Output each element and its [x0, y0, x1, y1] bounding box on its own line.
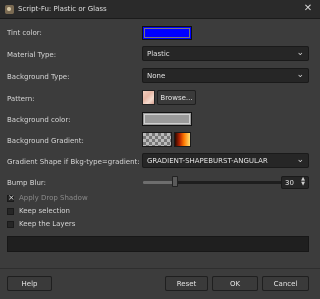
keep-layers-row[interactable]: Keep the Layers	[7, 220, 75, 228]
pattern-label: Pattern:	[7, 95, 35, 103]
title-bar[interactable]: Script-Fu: Plastic or Glass ✕	[0, 0, 320, 19]
apply-drop-shadow-checkbox[interactable]	[7, 193, 15, 202]
gradient-shape-dropdown[interactable]: GRADIENT-SHAPEBURST-ANGULAR ⌄	[142, 153, 309, 168]
spinner-arrows-icon[interactable]: ▲ ▼	[300, 177, 306, 188]
pattern-browse-button[interactable]: Browse...	[157, 90, 196, 105]
gradient-preview[interactable]	[174, 132, 191, 147]
keep-selection-label: Keep selection	[19, 207, 70, 215]
bump-blur-slider-fill	[143, 181, 175, 184]
gimp-icon	[5, 4, 14, 14]
apply-drop-shadow-label: Apply Drop Shadow	[19, 194, 88, 202]
bump-blur-slider-handle[interactable]	[172, 176, 178, 187]
chevron-down-icon: ⌄	[296, 155, 304, 165]
material-type-dropdown[interactable]: Plastic ⌄	[142, 46, 309, 61]
pattern-preview[interactable]	[142, 90, 155, 105]
help-button[interactable]: Help	[7, 276, 52, 291]
background-type-label: Background Type:	[7, 73, 70, 81]
background-gradient-label: Background Gradient:	[7, 137, 84, 145]
close-icon[interactable]: ✕	[302, 3, 314, 15]
divider	[0, 268, 320, 269]
window-title: Script-Fu: Plastic or Glass	[18, 5, 107, 13]
ok-button[interactable]: OK	[212, 276, 258, 291]
material-type-value: Plastic	[147, 49, 170, 58]
keep-layers-checkbox[interactable]	[7, 220, 14, 228]
keep-selection-row[interactable]: Keep selection	[7, 207, 70, 215]
gradient-preview-transparent[interactable]	[142, 132, 172, 147]
background-color-label: Background color:	[7, 116, 71, 124]
gradient-shape-label: Gradient Shape if Bkg-type=gradient:	[7, 158, 140, 166]
cancel-button[interactable]: Cancel	[262, 276, 309, 291]
progress-bar	[7, 236, 309, 252]
bump-blur-spinner[interactable]: 30 ▲ ▼	[281, 176, 309, 189]
keep-layers-label: Keep the Layers	[19, 220, 76, 228]
tint-color-label: Tint color:	[7, 29, 42, 37]
bump-blur-value: 30	[285, 179, 294, 187]
chevron-down-icon: ⌄	[296, 70, 304, 80]
background-type-dropdown[interactable]: None ⌄	[142, 68, 309, 83]
dialog-window: Script-Fu: Plastic or Glass ✕ Tint color…	[0, 0, 320, 299]
material-type-label: Material Type:	[7, 51, 57, 59]
apply-drop-shadow-row[interactable]: Apply Drop Shadow	[7, 193, 88, 202]
gradient-shape-value: GRADIENT-SHAPEBURST-ANGULAR	[147, 156, 268, 165]
background-color-button[interactable]	[142, 112, 192, 126]
tint-color-button[interactable]	[142, 26, 192, 40]
reset-button[interactable]: Reset	[165, 276, 208, 291]
background-type-value: None	[147, 71, 166, 80]
bump-blur-label: Bump Blur:	[7, 179, 47, 187]
keep-selection-checkbox[interactable]	[7, 207, 14, 215]
chevron-down-icon: ⌄	[296, 48, 304, 58]
